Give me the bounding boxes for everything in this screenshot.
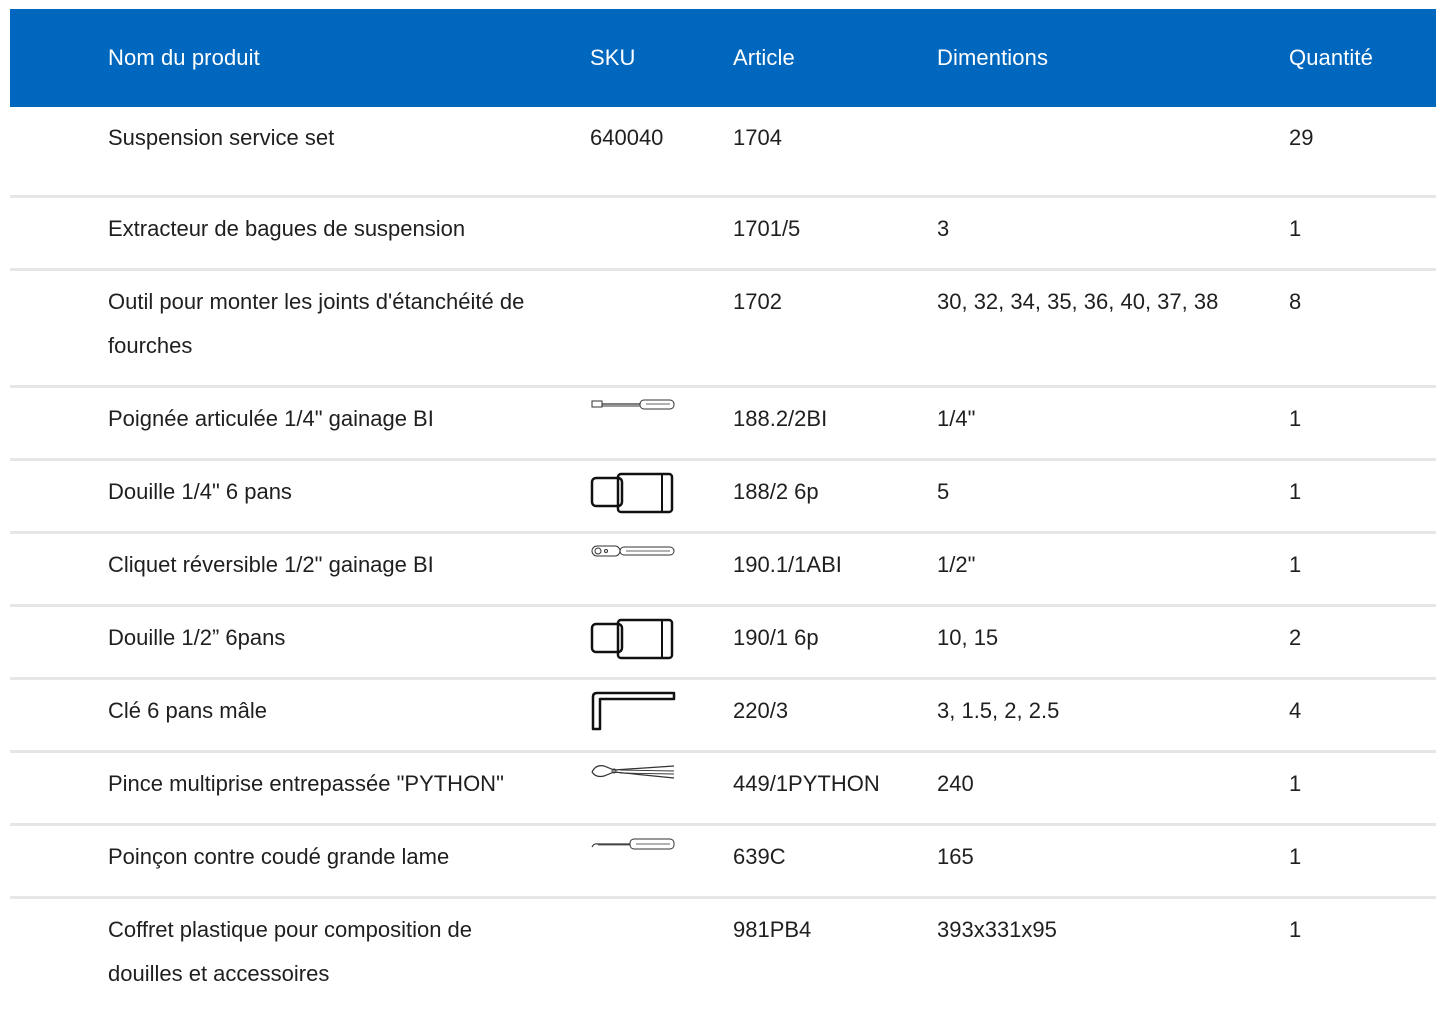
product-name: Clé 6 pans mâle xyxy=(10,679,590,752)
product-quantity: 1 xyxy=(1289,387,1436,460)
product-dimensions: 5 xyxy=(937,460,1289,533)
product-dimensions: 3, 1.5, 2, 2.5 xyxy=(937,679,1289,752)
product-thumbnail xyxy=(590,679,733,752)
product-table: Nom du produit SKU Article Dimentions Qu… xyxy=(10,9,1436,1013)
column-header-quantity: Quantité xyxy=(1289,9,1436,107)
product-article: 981PB4 xyxy=(733,898,937,1013)
product-name: Poignée articulée 1/4" gainage BI xyxy=(10,387,590,460)
product-dimensions: 30, 32, 34, 35, 36, 40, 37, 38 xyxy=(937,270,1289,387)
socket-icon xyxy=(590,472,676,516)
product-name: Poinçon contre coudé grande lame xyxy=(10,825,590,898)
table-body: Suspension service set 640040 1704 29 Ex… xyxy=(10,107,1436,1013)
table-header: Nom du produit SKU Article Dimentions Qu… xyxy=(10,9,1436,107)
product-article: 639C xyxy=(733,825,937,898)
product-quantity: 1 xyxy=(1289,752,1436,825)
product-article: 188.2/2BI xyxy=(733,387,937,460)
table-row: Pince multiprise entrepassée "PYTHON" 44… xyxy=(10,752,1436,825)
table-row: Douille 1/2” 6pans 190/1 6p 10, 15 2 xyxy=(10,606,1436,679)
hex-key-icon xyxy=(590,691,676,731)
product-article: 188/2 6p xyxy=(733,460,937,533)
table-row: Extracteur de bagues de suspension 1701/… xyxy=(10,197,1436,270)
product-article: 190.1/1ABI xyxy=(733,533,937,606)
product-quantity: 1 xyxy=(1289,898,1436,1013)
product-thumbnail xyxy=(590,825,733,898)
product-article: 1702 xyxy=(733,270,937,387)
column-header-article: Article xyxy=(733,9,937,107)
product-sku xyxy=(590,197,733,270)
hinged-handle-icon xyxy=(590,397,676,419)
column-header-sku: SKU xyxy=(590,9,733,107)
ratchet-icon xyxy=(590,543,676,565)
product-sku xyxy=(590,898,733,1013)
product-quantity: 2 xyxy=(1289,606,1436,679)
column-header-dimensions: Dimentions xyxy=(937,9,1289,107)
product-name: Suspension service set xyxy=(10,107,590,197)
product-dimensions: 3 xyxy=(937,197,1289,270)
product-thumbnail xyxy=(590,752,733,825)
product-sku: 640040 xyxy=(590,107,733,197)
product-article: 449/1PYTHON xyxy=(733,752,937,825)
product-article: 220/3 xyxy=(733,679,937,752)
product-dimensions: 240 xyxy=(937,752,1289,825)
product-dimensions: 393x331x95 xyxy=(937,898,1289,1013)
product-name: Extracteur de bagues de suspension xyxy=(10,197,590,270)
product-article: 1704 xyxy=(733,107,937,197)
table-row: Outil pour monter les joints d'étanchéit… xyxy=(10,270,1436,387)
awl-icon xyxy=(590,835,676,857)
pliers-icon xyxy=(590,762,676,788)
product-quantity: 8 xyxy=(1289,270,1436,387)
product-quantity: 29 xyxy=(1289,107,1436,197)
product-sku xyxy=(590,270,733,387)
product-dimensions xyxy=(937,107,1289,197)
product-article: 1701/5 xyxy=(733,197,937,270)
product-table-container: Nom du produit SKU Article Dimentions Qu… xyxy=(10,9,1436,1013)
table-row: Coffret plastique pour composition de do… xyxy=(10,898,1436,1013)
product-thumbnail xyxy=(590,387,733,460)
product-quantity: 1 xyxy=(1289,533,1436,606)
product-quantity: 1 xyxy=(1289,197,1436,270)
product-quantity: 4 xyxy=(1289,679,1436,752)
table-row: Poinçon contre coudé grande lame 639C 16… xyxy=(10,825,1436,898)
product-dimensions: 1/4" xyxy=(937,387,1289,460)
table-row: Poignée articulée 1/4" gainage BI 188.2/… xyxy=(10,387,1436,460)
product-thumbnail xyxy=(590,460,733,533)
product-dimensions: 10, 15 xyxy=(937,606,1289,679)
product-name: Coffret plastique pour composition de do… xyxy=(10,898,590,1013)
table-row: Cliquet réversible 1/2" gainage BI 190.1… xyxy=(10,533,1436,606)
product-name: Douille 1/4" 6 pans xyxy=(10,460,590,533)
table-row: Clé 6 pans mâle 220/3 3, 1.5, 2, 2.5 4 xyxy=(10,679,1436,752)
column-header-name: Nom du produit xyxy=(10,9,590,107)
product-quantity: 1 xyxy=(1289,460,1436,533)
product-name: Cliquet réversible 1/2" gainage BI xyxy=(10,533,590,606)
table-row: Suspension service set 640040 1704 29 xyxy=(10,107,1436,197)
product-name: Outil pour monter les joints d'étanchéit… xyxy=(10,270,590,387)
product-name: Douille 1/2” 6pans xyxy=(10,606,590,679)
product-name: Pince multiprise entrepassée "PYTHON" xyxy=(10,752,590,825)
product-dimensions: 165 xyxy=(937,825,1289,898)
product-quantity: 1 xyxy=(1289,825,1436,898)
product-article: 190/1 6p xyxy=(733,606,937,679)
product-dimensions: 1/2" xyxy=(937,533,1289,606)
table-row: Douille 1/4" 6 pans 188/2 6p 5 1 xyxy=(10,460,1436,533)
socket-icon xyxy=(590,618,676,662)
product-thumbnail xyxy=(590,606,733,679)
product-thumbnail xyxy=(590,533,733,606)
